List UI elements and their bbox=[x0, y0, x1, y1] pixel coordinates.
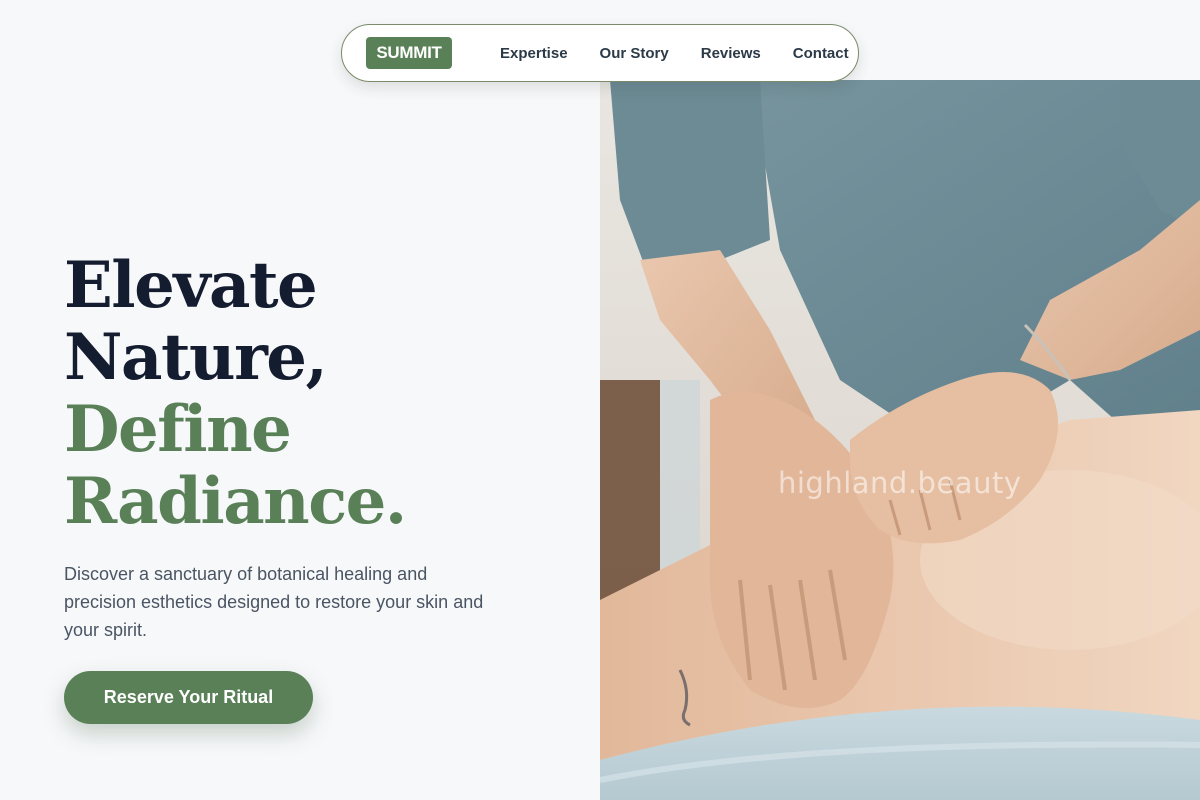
hero-image-massage: highland.beauty bbox=[600, 80, 1200, 800]
nav-link-contact[interactable]: Contact bbox=[793, 45, 849, 62]
nav-link-expertise[interactable]: Expertise bbox=[500, 45, 568, 62]
nav-links: Expertise Our Story Reviews Contact bbox=[500, 45, 849, 62]
headline-line-2: Nature, bbox=[64, 320, 328, 395]
headline-line-1: Elevate bbox=[64, 248, 318, 323]
top-navigation: SUMMIT Expertise Our Story Reviews Conta… bbox=[341, 24, 859, 82]
page: SUMMIT Expertise Our Story Reviews Conta… bbox=[0, 0, 1200, 800]
hero-headline: Elevate Nature, Define Radiance. bbox=[64, 248, 407, 539]
nav-link-our-story[interactable]: Our Story bbox=[600, 45, 669, 62]
massage-illustration bbox=[600, 80, 1200, 800]
headline-line-3: Define bbox=[64, 392, 292, 467]
nav-link-reviews[interactable]: Reviews bbox=[701, 45, 761, 62]
brand-logo[interactable]: SUMMIT bbox=[366, 37, 452, 69]
hero-description: Discover a sanctuary of botanical healin… bbox=[64, 564, 484, 640]
headline-line-4: Radiance. bbox=[64, 464, 407, 539]
image-watermark: highland.beauty bbox=[778, 466, 1022, 500]
reserve-ritual-button[interactable]: Reserve Your Ritual bbox=[64, 671, 313, 724]
